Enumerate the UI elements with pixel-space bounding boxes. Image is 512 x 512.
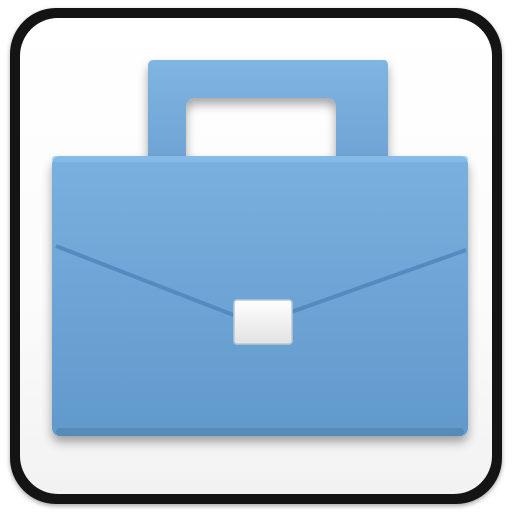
briefcase-body-highlight (52, 156, 468, 162)
briefcase-handle (148, 60, 388, 162)
briefcase-body (52, 156, 468, 436)
app-icon-canvas (0, 0, 512, 512)
briefcase-bottom-edge (56, 428, 464, 436)
briefcase-clasp (233, 299, 293, 345)
briefcase-icon (52, 60, 468, 436)
